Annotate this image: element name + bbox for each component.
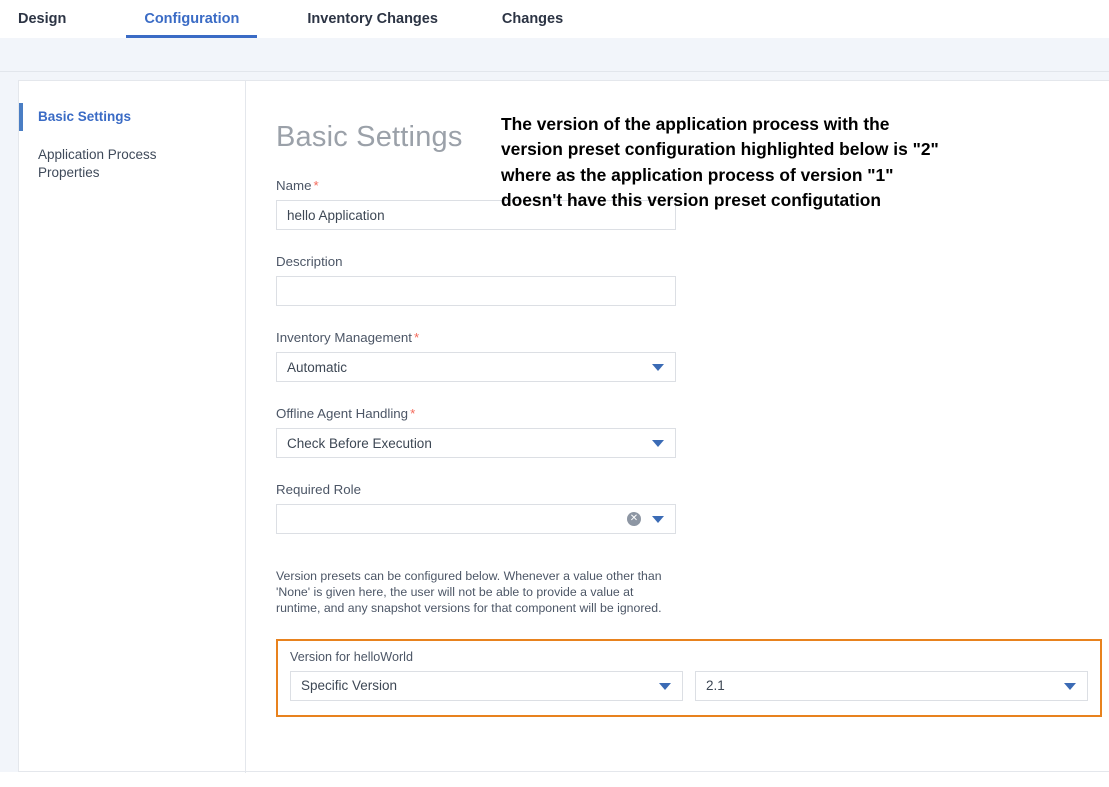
field-inventory-management: Inventory Management* Automatic — [276, 330, 1109, 382]
sidebar-item-basic-settings[interactable]: Basic Settings — [19, 101, 245, 133]
version-presets-help-text: Version presets can be configured below.… — [276, 568, 668, 617]
version-preset-mode-select[interactable]: Specific Version — [290, 671, 683, 701]
field-offline-agent-handling-label-text: Offline Agent Handling — [276, 406, 408, 421]
sidebar-item-application-process-properties-label: Application Process Properties — [38, 147, 157, 180]
field-inventory-management-label-text: Inventory Management — [276, 330, 412, 345]
inventory-management-select-value: Automatic — [287, 360, 347, 375]
chevron-down-icon[interactable] — [652, 516, 664, 523]
annotation-callout-text: The version of the application process w… — [501, 112, 941, 214]
clear-icon[interactable]: ✕ — [627, 512, 641, 526]
version-preset-version-select[interactable]: 2.1 — [695, 671, 1088, 701]
sidebar-item-application-process-properties[interactable]: Application Process Properties — [19, 139, 214, 189]
field-description: Description — [276, 254, 1109, 306]
version-preset-mode-value: Specific Version — [301, 678, 397, 693]
description-input[interactable] — [276, 276, 676, 306]
tab-inventory-changes[interactable]: Inventory Changes — [289, 0, 456, 38]
field-inventory-management-label: Inventory Management* — [276, 330, 1109, 345]
chevron-down-icon[interactable] — [652, 364, 664, 371]
tab-design[interactable]: Design — [0, 0, 84, 38]
page-background-band — [0, 38, 1109, 72]
chevron-down-icon[interactable] — [652, 440, 664, 447]
tab-configuration-label: Configuration — [144, 11, 239, 27]
field-offline-agent-handling-required-marker: * — [410, 406, 415, 421]
tab-configuration[interactable]: Configuration — [126, 0, 257, 38]
field-required-role: Required Role ✕ — [276, 482, 1109, 534]
inventory-management-select[interactable]: Automatic — [276, 352, 676, 382]
chevron-down-icon[interactable] — [659, 683, 671, 690]
field-name-label-text: Name — [276, 178, 311, 193]
sidebar-item-basic-settings-label: Basic Settings — [38, 109, 131, 124]
main-tab-bar: Design Configuration Inventory Changes C… — [0, 0, 1109, 38]
sidebar-active-accent-bar — [19, 103, 23, 131]
tab-inventory-changes-label: Inventory Changes — [307, 11, 438, 27]
version-preset-version-value: 2.1 — [706, 678, 725, 693]
required-role-select[interactable]: ✕ — [276, 504, 676, 534]
version-preset-highlight-box: Version for helloWorld Specific Version … — [276, 639, 1102, 717]
offline-agent-handling-select-value: Check Before Execution — [287, 436, 432, 451]
chevron-down-icon[interactable] — [1064, 683, 1076, 690]
sidebar-divider — [245, 81, 246, 773]
field-name-required-marker: * — [313, 178, 318, 193]
version-preset-row: Specific Version 2.1 — [290, 671, 1088, 701]
settings-sidebar: Basic Settings Application Process Prope… — [19, 81, 245, 771]
field-offline-agent-handling-label: Offline Agent Handling* — [276, 406, 1109, 421]
field-offline-agent-handling: Offline Agent Handling* Check Before Exe… — [276, 406, 1109, 458]
tab-changes[interactable]: Changes — [484, 0, 581, 38]
version-preset-label: Version for helloWorld — [290, 650, 1088, 664]
offline-agent-handling-select[interactable]: Check Before Execution — [276, 428, 676, 458]
field-inventory-management-required-marker: * — [414, 330, 419, 345]
field-description-label: Description — [276, 254, 1109, 269]
field-required-role-label: Required Role — [276, 482, 1109, 497]
tab-changes-label: Changes — [502, 11, 563, 27]
name-input-value: hello Application — [287, 208, 385, 223]
tab-design-label: Design — [18, 11, 66, 27]
